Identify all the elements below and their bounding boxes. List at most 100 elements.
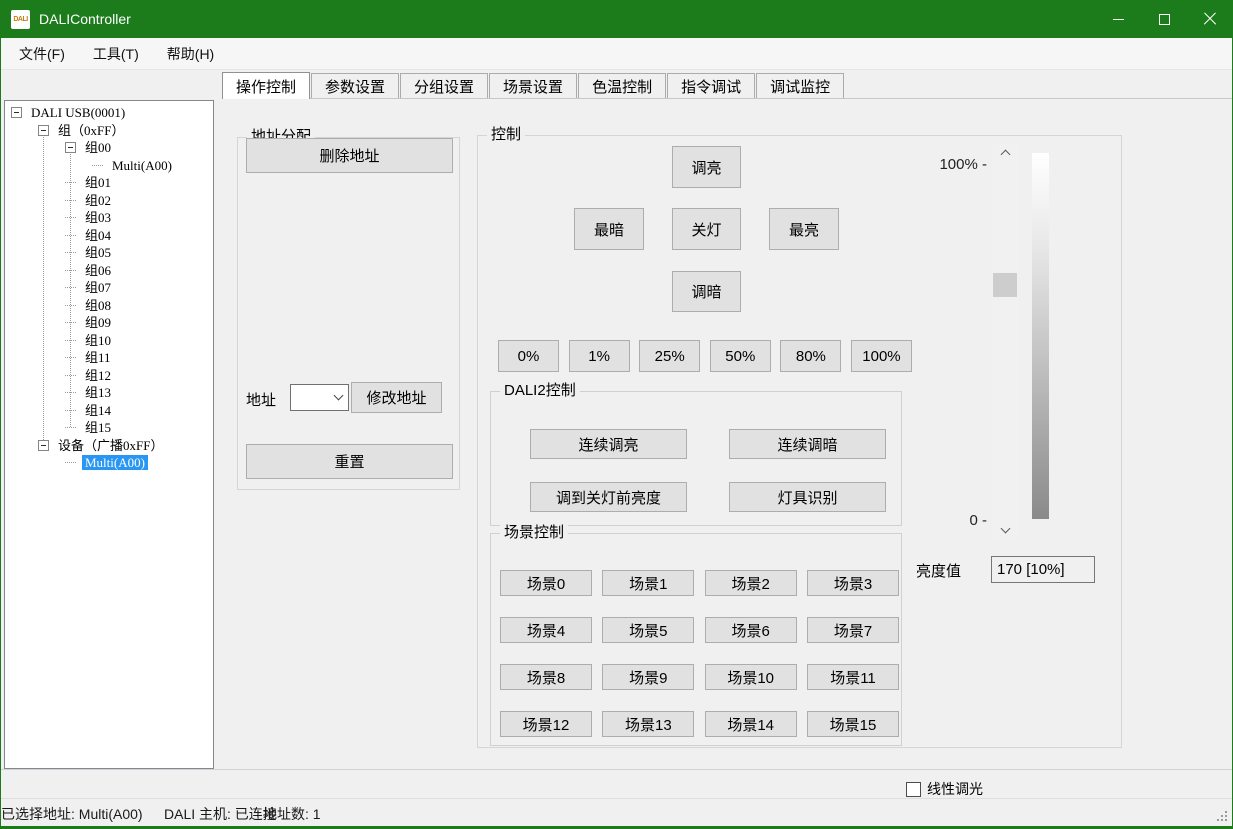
tree-item-label: 组（0xFF） bbox=[55, 123, 127, 138]
min-brightness-button[interactable]: 最暗 bbox=[574, 208, 644, 250]
menu-item-1[interactable]: 工具(T) bbox=[79, 39, 153, 69]
menu-item-2[interactable]: 帮助(H) bbox=[153, 39, 228, 69]
tab-strip: 操作控制参数设置分组设置场景设置色温控制指令调试调试监控 bbox=[222, 72, 1232, 99]
scene-button-7[interactable]: 场景7 bbox=[807, 617, 899, 643]
tree-item[interactable]: 组（0xFF） bbox=[5, 122, 213, 140]
tree-collapse-icon[interactable] bbox=[38, 440, 49, 451]
scrollbar-thumb[interactable] bbox=[993, 273, 1017, 297]
minimize-button[interactable] bbox=[1095, 0, 1141, 38]
scene-button-6[interactable]: 场景6 bbox=[705, 617, 797, 643]
tree-item[interactable]: 组09 bbox=[5, 314, 213, 332]
tab-5[interactable]: 指令调试 bbox=[667, 73, 755, 98]
tree-item[interactable]: 设备（广播0xFF） bbox=[5, 437, 213, 455]
tree-item[interactable]: 组00 bbox=[5, 139, 213, 157]
modify-address-button[interactable]: 修改地址 bbox=[351, 382, 442, 413]
scene-button-3[interactable]: 场景3 bbox=[807, 570, 899, 596]
tree-item-label: 设备（广播0xFF） bbox=[55, 438, 166, 453]
tree-item[interactable]: 组10 bbox=[5, 332, 213, 350]
tab-3[interactable]: 场景设置 bbox=[489, 73, 577, 98]
tree-item[interactable]: 组04 bbox=[5, 227, 213, 245]
tree-item[interactable]: Multi(A00) bbox=[5, 157, 213, 175]
scene-button-0[interactable]: 场景0 bbox=[500, 570, 592, 596]
tree-item[interactable]: 组14 bbox=[5, 402, 213, 420]
tree-item[interactable]: 组02 bbox=[5, 192, 213, 210]
tree-item-label: 组05 bbox=[82, 245, 114, 260]
brightness-scrollbar[interactable] bbox=[992, 143, 1018, 539]
dali2-button-2[interactable]: 调到关灯前亮度 bbox=[530, 482, 687, 512]
scene-button-9[interactable]: 场景9 bbox=[602, 664, 694, 690]
tree-item[interactable]: 组12 bbox=[5, 367, 213, 385]
tree-item[interactable]: 组13 bbox=[5, 384, 213, 402]
percent-button-80[interactable]: 80% bbox=[780, 340, 841, 372]
tree-item[interactable]: 组03 bbox=[5, 209, 213, 227]
tree-connector bbox=[65, 322, 76, 323]
menu-item-0[interactable]: 文件(F) bbox=[5, 39, 79, 69]
percent-button-100[interactable]: 100% bbox=[851, 340, 912, 372]
status-item-2: 已选择地址: Multi(A00) bbox=[1, 804, 143, 824]
tree-item[interactable]: Multi(A00) bbox=[5, 454, 213, 472]
tab-6[interactable]: 调试监控 bbox=[756, 73, 844, 98]
tab-2[interactable]: 分组设置 bbox=[400, 73, 488, 98]
scroll-down-button[interactable] bbox=[992, 521, 1018, 539]
app-icon: DALI bbox=[11, 10, 30, 29]
scene-button-2[interactable]: 场景2 bbox=[705, 570, 797, 596]
percent-button-50[interactable]: 50% bbox=[710, 340, 771, 372]
scene-button-12[interactable]: 场景12 bbox=[500, 711, 592, 737]
tree-item-label: 组10 bbox=[82, 333, 114, 348]
tree-collapse-icon[interactable] bbox=[11, 107, 22, 118]
dim-up-button[interactable]: 调亮 bbox=[672, 146, 741, 188]
percent-button-25[interactable]: 25% bbox=[639, 340, 700, 372]
tree-item[interactable]: 组05 bbox=[5, 244, 213, 262]
tree-item[interactable]: 组11 bbox=[5, 349, 213, 367]
scene-button-10[interactable]: 场景10 bbox=[705, 664, 797, 690]
scene-button-13[interactable]: 场景13 bbox=[602, 711, 694, 737]
tree-item[interactable]: 组07 bbox=[5, 279, 213, 297]
max-brightness-button[interactable]: 最亮 bbox=[769, 208, 839, 250]
dali2-button-3[interactable]: 灯具识别 bbox=[729, 482, 886, 512]
scene-button-14[interactable]: 场景14 bbox=[705, 711, 797, 737]
reset-button[interactable]: 重置 bbox=[246, 444, 453, 479]
tree-item[interactable]: 组15 bbox=[5, 419, 213, 437]
scene-button-15[interactable]: 场景15 bbox=[807, 711, 899, 737]
brightness-value-field[interactable]: 170 [10%] bbox=[991, 556, 1095, 583]
linear-dimming-label: 线性调光 bbox=[927, 779, 983, 799]
tree-item-label: Multi(A00) bbox=[109, 158, 175, 173]
tree-connector bbox=[65, 392, 76, 393]
chevron-down-icon bbox=[1000, 523, 1010, 533]
group-address-assign: 地址分配 地址 修改地址 重置 搜索有地址的设备全新分配地址扩展分配地址删除地址 bbox=[237, 137, 460, 490]
tree-item-label: 组00 bbox=[82, 140, 114, 155]
resize-grip-icon[interactable] bbox=[1217, 811, 1227, 821]
tab-4[interactable]: 色温控制 bbox=[578, 73, 666, 98]
percent-button-1[interactable]: 1% bbox=[569, 340, 630, 372]
tree-collapse-icon[interactable] bbox=[38, 125, 49, 136]
tree-connector bbox=[65, 305, 76, 306]
tree-connector bbox=[65, 217, 76, 218]
dali2-button-0[interactable]: 连续调亮 bbox=[530, 429, 687, 459]
tree-item[interactable]: DALI USB(0001) bbox=[5, 104, 213, 122]
scene-button-4[interactable]: 场景4 bbox=[500, 617, 592, 643]
light-off-button[interactable]: 关灯 bbox=[672, 208, 741, 250]
tree-item[interactable]: 组08 bbox=[5, 297, 213, 315]
scene-button-5[interactable]: 场景5 bbox=[602, 617, 694, 643]
tree-item-label: 组11 bbox=[82, 350, 114, 365]
tree-item-label: 组15 bbox=[82, 420, 114, 435]
tab-1[interactable]: 参数设置 bbox=[311, 73, 399, 98]
dali2-button-1[interactable]: 连续调暗 bbox=[729, 429, 886, 459]
linear-dimming-checkbox[interactable] bbox=[906, 782, 921, 797]
scene-button-8[interactable]: 场景8 bbox=[500, 664, 592, 690]
scene-button-11[interactable]: 场景11 bbox=[807, 664, 899, 690]
tab-0[interactable]: 操作控制 bbox=[222, 72, 310, 99]
scroll-up-button[interactable] bbox=[992, 143, 1018, 161]
dim-down-button[interactable]: 调暗 bbox=[672, 271, 741, 312]
address-combobox[interactable] bbox=[290, 384, 349, 411]
tree-item[interactable]: 组01 bbox=[5, 174, 213, 192]
address-button-3[interactable]: 删除地址 bbox=[246, 138, 453, 173]
maximize-button[interactable] bbox=[1141, 0, 1187, 38]
minus-icon bbox=[68, 147, 73, 148]
scene-button-1[interactable]: 场景1 bbox=[602, 570, 694, 596]
close-button[interactable] bbox=[1187, 0, 1233, 38]
tree-item[interactable]: 组06 bbox=[5, 262, 213, 280]
tree-collapse-icon[interactable] bbox=[65, 142, 76, 153]
percent-button-0[interactable]: 0% bbox=[498, 340, 559, 372]
app-icon-text: DALI bbox=[13, 16, 27, 23]
